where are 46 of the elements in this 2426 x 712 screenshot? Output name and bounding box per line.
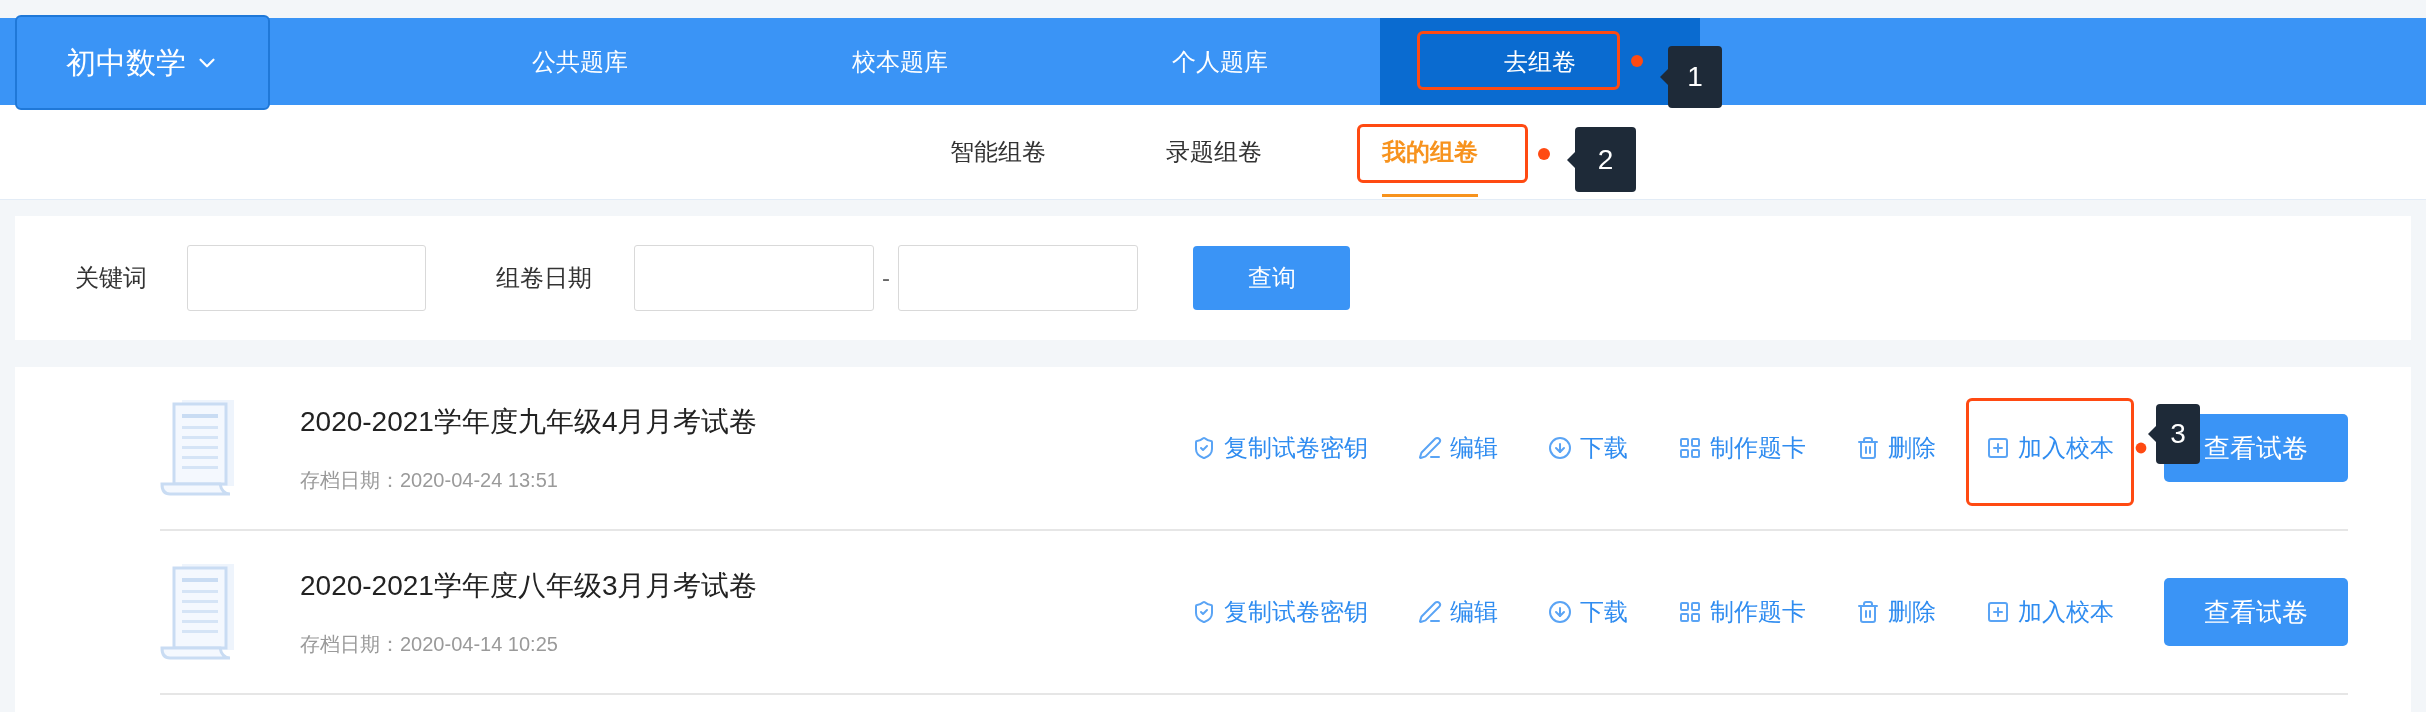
date-label: 组卷日期 xyxy=(496,263,592,293)
add-square-icon xyxy=(1986,436,2010,460)
range-separator: - xyxy=(882,263,890,293)
grid-icon xyxy=(1678,600,1702,624)
pencil-icon xyxy=(1418,600,1442,624)
start-date-field[interactable] xyxy=(634,245,874,311)
action-link[interactable]: 复制试卷密钥 xyxy=(1192,430,1368,466)
paper-title: 2020-2021学年度九年级4月月考试卷 xyxy=(300,405,758,439)
sub-tab[interactable]: 录题组卷 xyxy=(1106,104,1322,200)
download-icon xyxy=(1548,436,1572,460)
shield-icon xyxy=(1192,600,1216,624)
sub-tab[interactable]: 智能组卷 xyxy=(890,104,1106,200)
archive-date: 存档日期：2020-04-24 13:51 xyxy=(300,468,559,493)
nav-tab[interactable]: 个人题库 xyxy=(1060,18,1380,105)
action-link[interactable]: 加入校本 xyxy=(1986,430,2114,466)
action-link[interactable]: 删除 xyxy=(1856,594,1936,630)
action-link[interactable]: 制作题卡 xyxy=(1678,594,1806,630)
callout-tooltip: 3 xyxy=(2156,404,2200,464)
action-link[interactable]: 下载 xyxy=(1548,594,1628,630)
action-link[interactable]: 加入校本 xyxy=(1986,594,2114,630)
action-link[interactable]: 下载 xyxy=(1548,430,1628,466)
trash-icon xyxy=(1856,600,1880,624)
sub-tab[interactable]: 我的组卷 xyxy=(1322,104,1538,200)
action-link[interactable]: 复制试卷密钥 xyxy=(1192,594,1368,630)
pencil-icon xyxy=(1418,436,1442,460)
nav-tab[interactable]: 公共题库 xyxy=(420,18,740,105)
archive-date: 存档日期：2020-04-14 10:25 xyxy=(300,632,559,657)
add-square-icon xyxy=(1986,600,2010,624)
action-link[interactable]: 编辑 xyxy=(1418,594,1498,630)
action-link[interactable]: 制作题卡 xyxy=(1678,430,1806,466)
view-paper-button[interactable]: 查看试卷 xyxy=(2164,578,2348,646)
keyword-label: 关键词 xyxy=(75,263,147,293)
trash-icon xyxy=(1856,436,1880,460)
search-button[interactable]: 查询 xyxy=(1193,246,1350,310)
subject-dropdown[interactable]: 初中数学 xyxy=(15,15,270,110)
shield-icon xyxy=(1192,436,1216,460)
grid-icon xyxy=(1678,436,1702,460)
action-link[interactable]: 删除 xyxy=(1856,430,1936,466)
nav-tab[interactable]: 校本题库 xyxy=(740,18,1060,105)
paper-title: 2020-2021学年度八年级3月月考试卷 xyxy=(300,569,758,603)
end-date-field[interactable] xyxy=(898,245,1138,311)
action-link[interactable]: 编辑 xyxy=(1418,430,1498,466)
callout-tooltip: 1 xyxy=(1668,46,1722,108)
keyword-field[interactable] xyxy=(187,245,426,311)
download-icon xyxy=(1548,600,1572,624)
callout-tooltip: 2 xyxy=(1575,127,1636,192)
